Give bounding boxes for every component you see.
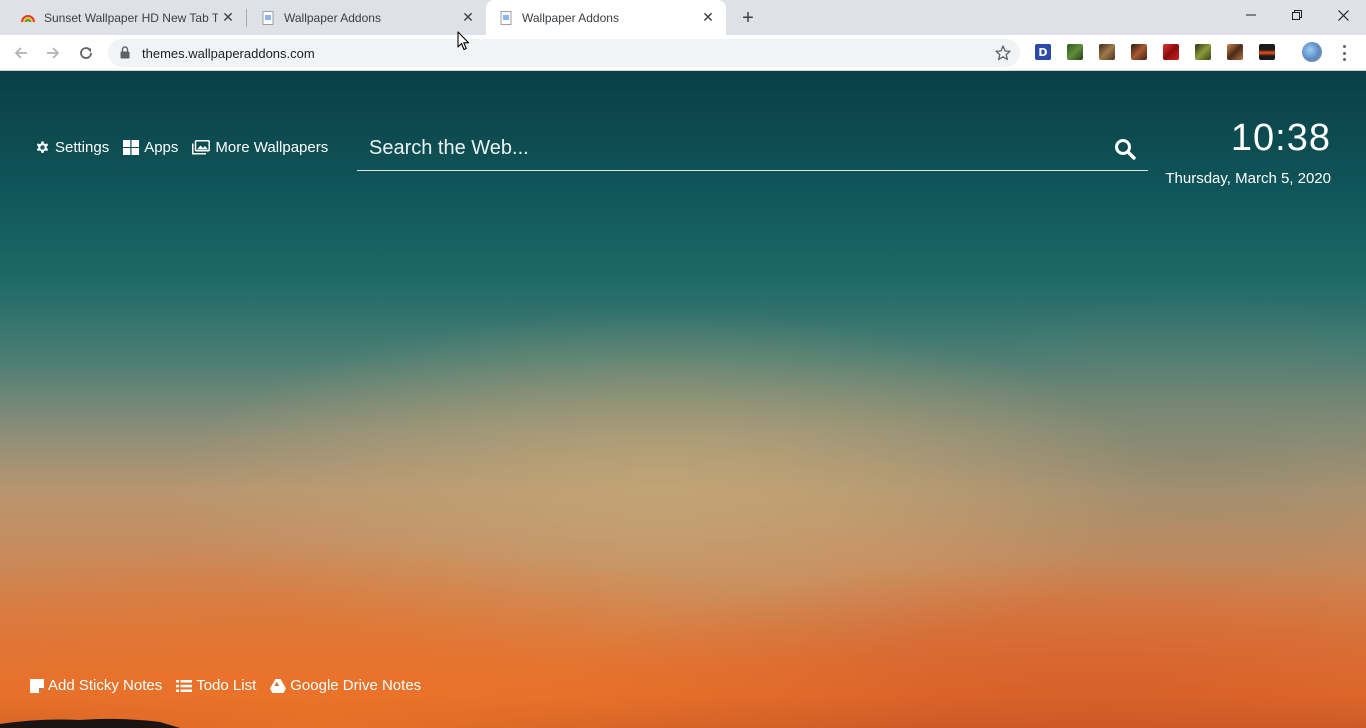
page-favicon-icon (262, 10, 274, 25)
wallpaper-ext-1-icon[interactable] (1067, 44, 1083, 60)
clock-time: 10:38 (1230, 117, 1331, 159)
clock-date: Thursday, March 5, 2020 (1165, 170, 1331, 187)
wallpaper-ext-5-icon[interactable] (1195, 44, 1211, 60)
restore-icon (1292, 10, 1302, 20)
images-icon (192, 140, 211, 155)
tab-close-icon[interactable]: ✕ (458, 8, 478, 28)
tab-strip: Sunset Wallpaper HD New Tab Theme ✕ Wall… (0, 0, 1366, 35)
mouse-cursor-icon (457, 31, 470, 51)
tab-title: Wallpaper Addons (284, 10, 381, 25)
wallpaper-ext-2-icon[interactable] (1099, 44, 1115, 60)
mountain-silhouette (0, 718, 180, 728)
url-text: themes.wallpaperaddons.com (142, 46, 315, 61)
sticky-notes-label: Add Sticky Notes (48, 677, 163, 694)
tab-close-icon[interactable]: ✕ (218, 8, 238, 28)
more-wallpapers-link[interactable]: More Wallpapers (192, 139, 328, 156)
search-button[interactable] (1112, 136, 1138, 162)
add-sticky-notes-link[interactable]: Add Sticky Notes (30, 677, 162, 694)
tab-title: Sunset Wallpaper HD New Tab Theme (44, 10, 218, 25)
address-bar[interactable]: themes.wallpaperaddons.com (108, 39, 1020, 67)
settings-link[interactable]: Settings (35, 139, 109, 156)
web-search-box (357, 127, 1148, 171)
todo-list-label: Todo List (196, 677, 257, 694)
browser-menu-icon[interactable] (1336, 43, 1352, 63)
tab-title: Wallpaper Addons (522, 10, 619, 25)
settings-label: Settings (55, 139, 110, 156)
sticky-note-icon (30, 678, 44, 693)
google-drive-icon (270, 678, 287, 693)
close-icon (1337, 9, 1349, 21)
reload-icon (80, 47, 92, 59)
search-input[interactable] (357, 127, 1097, 169)
todo-list-link[interactable]: Todo List (176, 677, 256, 694)
minimize-icon (1246, 14, 1256, 16)
apps-link[interactable]: Apps (123, 139, 178, 156)
tab-sunset-wallpaper[interactable]: Sunset Wallpaper HD New Tab Theme ✕ (0, 0, 246, 35)
forward-button[interactable] (40, 40, 66, 66)
gear-icon (36, 141, 49, 154)
lock-icon (120, 46, 130, 59)
wallpaper-ext-7-icon[interactable] (1259, 44, 1275, 60)
google-drive-notes-link[interactable]: Google Drive Notes (270, 677, 421, 694)
arrow-left-icon (14, 47, 27, 59)
minimize-button[interactable] (1228, 0, 1274, 30)
star-bookmark-icon[interactable] (994, 44, 1012, 62)
drive-notes-label: Google Drive Notes (290, 677, 422, 694)
apps-label: Apps (144, 139, 179, 156)
list-icon (176, 679, 193, 692)
wallpaper-ext-3-icon[interactable] (1131, 44, 1147, 60)
arrow-right-icon (47, 47, 60, 59)
bottom-tools: Add Sticky Notes Todo List Google Drive … (30, 677, 435, 694)
reload-button[interactable] (73, 40, 99, 66)
tab-wallpaper-addons-1[interactable]: Wallpaper Addons ✕ (240, 0, 486, 35)
tab-close-icon[interactable]: ✕ (698, 8, 718, 28)
back-button[interactable] (8, 40, 34, 66)
wallpaper-page: Settings Apps More Wallpapers Search the… (0, 71, 1366, 728)
tab-wallpaper-addons-2[interactable]: Wallpaper Addons ✕ (486, 0, 726, 35)
page-favicon-icon (500, 10, 512, 25)
top-nav: Settings Apps More Wallpapers (35, 139, 342, 156)
rainbow-favicon-icon (21, 14, 35, 22)
wallpaper-ext-4-icon[interactable] (1163, 44, 1179, 60)
more-wallpapers-label: More Wallpapers (215, 139, 329, 156)
profile-avatar[interactable] (1302, 42, 1322, 62)
windows-apps-icon (123, 140, 140, 155)
close-window-button[interactable] (1320, 0, 1366, 30)
wallpaper-ext-6-icon[interactable] (1227, 44, 1243, 60)
new-tab-button[interactable]: + (736, 6, 760, 30)
d-extension-icon[interactable]: D (1035, 44, 1051, 60)
browser-toolbar: themes.wallpaperaddons.com D (0, 35, 1366, 71)
restore-button[interactable] (1274, 0, 1320, 30)
search-icon (1115, 139, 1136, 160)
